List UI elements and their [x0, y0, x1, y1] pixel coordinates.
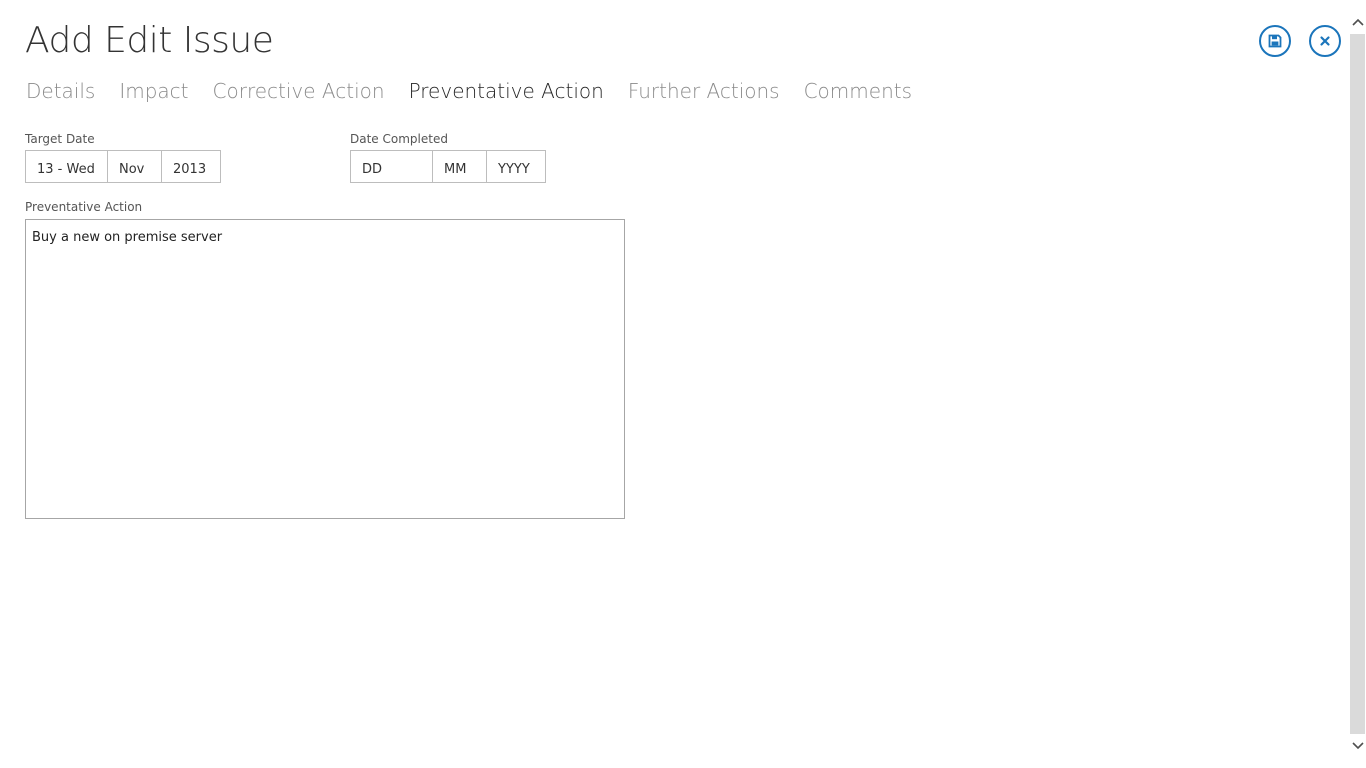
save-icon [1268, 34, 1282, 48]
scroll-up-button[interactable] [1349, 13, 1366, 30]
chevron-down-icon [1351, 741, 1364, 749]
scroll-thumb[interactable] [1350, 34, 1365, 734]
close-button[interactable] [1309, 25, 1341, 57]
page-title: Add Edit Issue [25, 20, 274, 61]
tab-corrective-action[interactable]: Corrective Action [213, 76, 385, 106]
tab-details[interactable]: Details [26, 76, 95, 106]
preventative-action-textarea[interactable]: Buy a new on premise server [25, 219, 625, 519]
target-date-year-select[interactable]: 2013 [162, 151, 220, 182]
header-actions [1259, 25, 1341, 57]
date-completed-day-select[interactable]: DD [351, 151, 433, 182]
tab-further-actions[interactable]: Further Actions [628, 76, 780, 106]
add-edit-issue-page: Add Edit Issue Details Impact Corrective… [0, 0, 1366, 768]
target-date-day-select[interactable]: 13 - Wed [26, 151, 108, 182]
vertical-scrollbar[interactable] [1349, 0, 1366, 768]
date-completed-field: DD MM YYYY [350, 150, 546, 183]
date-completed-month-select[interactable]: MM [433, 151, 487, 182]
date-completed-year-select[interactable]: YYYY [487, 151, 545, 182]
tab-comments[interactable]: Comments [804, 76, 912, 106]
preventative-action-label: Preventative Action [25, 200, 143, 214]
scroll-down-button[interactable] [1349, 737, 1366, 754]
close-icon [1320, 36, 1330, 46]
target-date-field: 13 - Wed Nov 2013 [25, 150, 221, 183]
target-date-month-select[interactable]: Nov [108, 151, 162, 182]
save-button[interactable] [1259, 25, 1291, 57]
target-date-label: Target Date [25, 132, 95, 146]
chevron-up-icon [1351, 18, 1364, 26]
tab-bar: Details Impact Corrective Action Prevent… [26, 76, 936, 106]
tab-preventative-action[interactable]: Preventative Action [409, 76, 604, 106]
date-completed-label: Date Completed [350, 132, 448, 146]
tab-impact[interactable]: Impact [119, 76, 188, 106]
